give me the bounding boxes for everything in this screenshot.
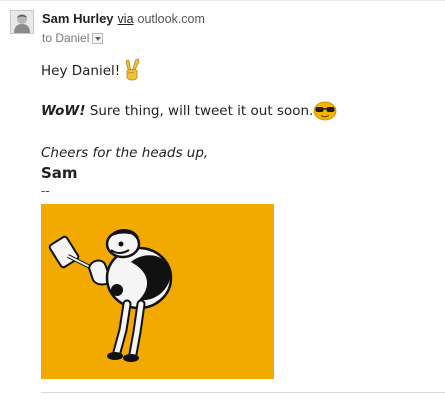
sunglasses-emoji-icon — [313, 101, 337, 121]
sender-name[interactable]: Sam Hurley — [42, 11, 114, 26]
signature-name: Sam — [41, 164, 78, 182]
signature-separator-text: -- — [41, 184, 50, 198]
message-footer-divider — [41, 392, 445, 393]
avatar[interactable] — [10, 10, 34, 34]
via-link[interactable]: via — [118, 12, 134, 26]
signature-image — [41, 204, 274, 379]
closing-text: Cheers for the heads up, — [41, 145, 209, 161]
cartoon-hammer-character-illustration — [41, 204, 274, 379]
avatar-photo — [11, 11, 33, 33]
recipient-details-dropdown[interactable] — [92, 33, 104, 44]
reply-emphasis: WoW! — [41, 103, 86, 119]
signature-name-line: Sam — [41, 164, 78, 182]
reply-line: WoW! Sure thing, will tweet it out soon.… — [41, 102, 322, 120]
reply-text: Sure thing, will tweet it out soon... — [85, 103, 322, 119]
closing-line: Cheers for the heads up, — [41, 144, 208, 162]
recipient-line: to Daniel — [42, 31, 104, 45]
via-domain: outlook.com — [137, 12, 205, 26]
message-top-border — [0, 0, 445, 1]
greeting-text: Hey Daniel! — [41, 63, 121, 79]
greeting-line: Hey Daniel! — [41, 62, 120, 80]
message-header: Sam Hurley via outlook.com — [42, 11, 205, 27]
recipient-text: to Daniel — [42, 31, 90, 45]
victory-hand-icon — [125, 58, 140, 81]
signature-separator: -- — [41, 185, 50, 197]
